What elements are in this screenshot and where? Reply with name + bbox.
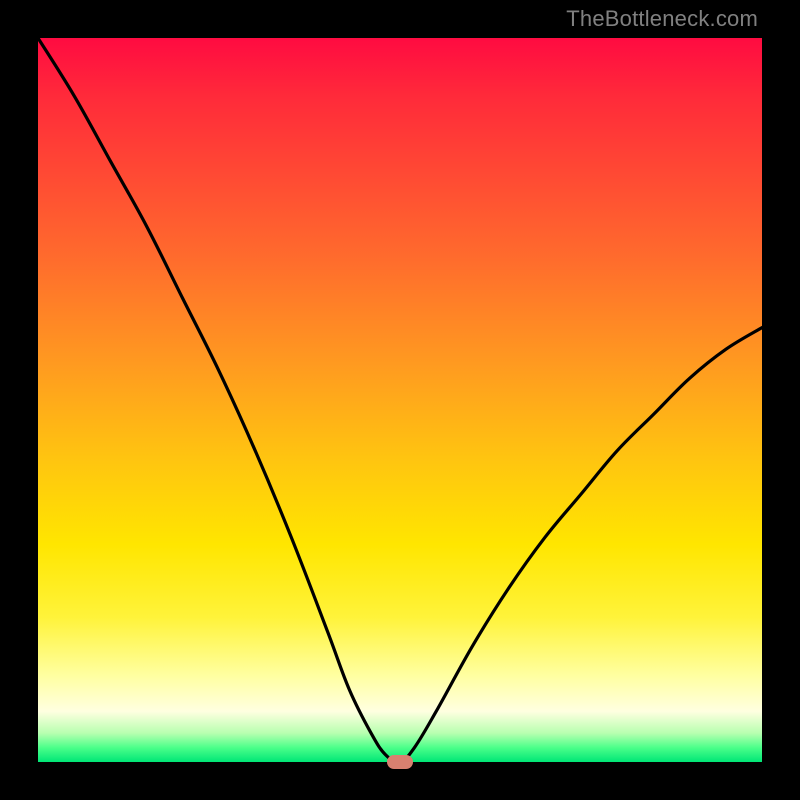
bottleneck-curve	[38, 38, 762, 762]
watermark-text: TheBottleneck.com	[566, 6, 758, 32]
chart-frame: TheBottleneck.com	[0, 0, 800, 800]
optimal-marker	[387, 755, 413, 769]
plot-area	[38, 38, 762, 762]
